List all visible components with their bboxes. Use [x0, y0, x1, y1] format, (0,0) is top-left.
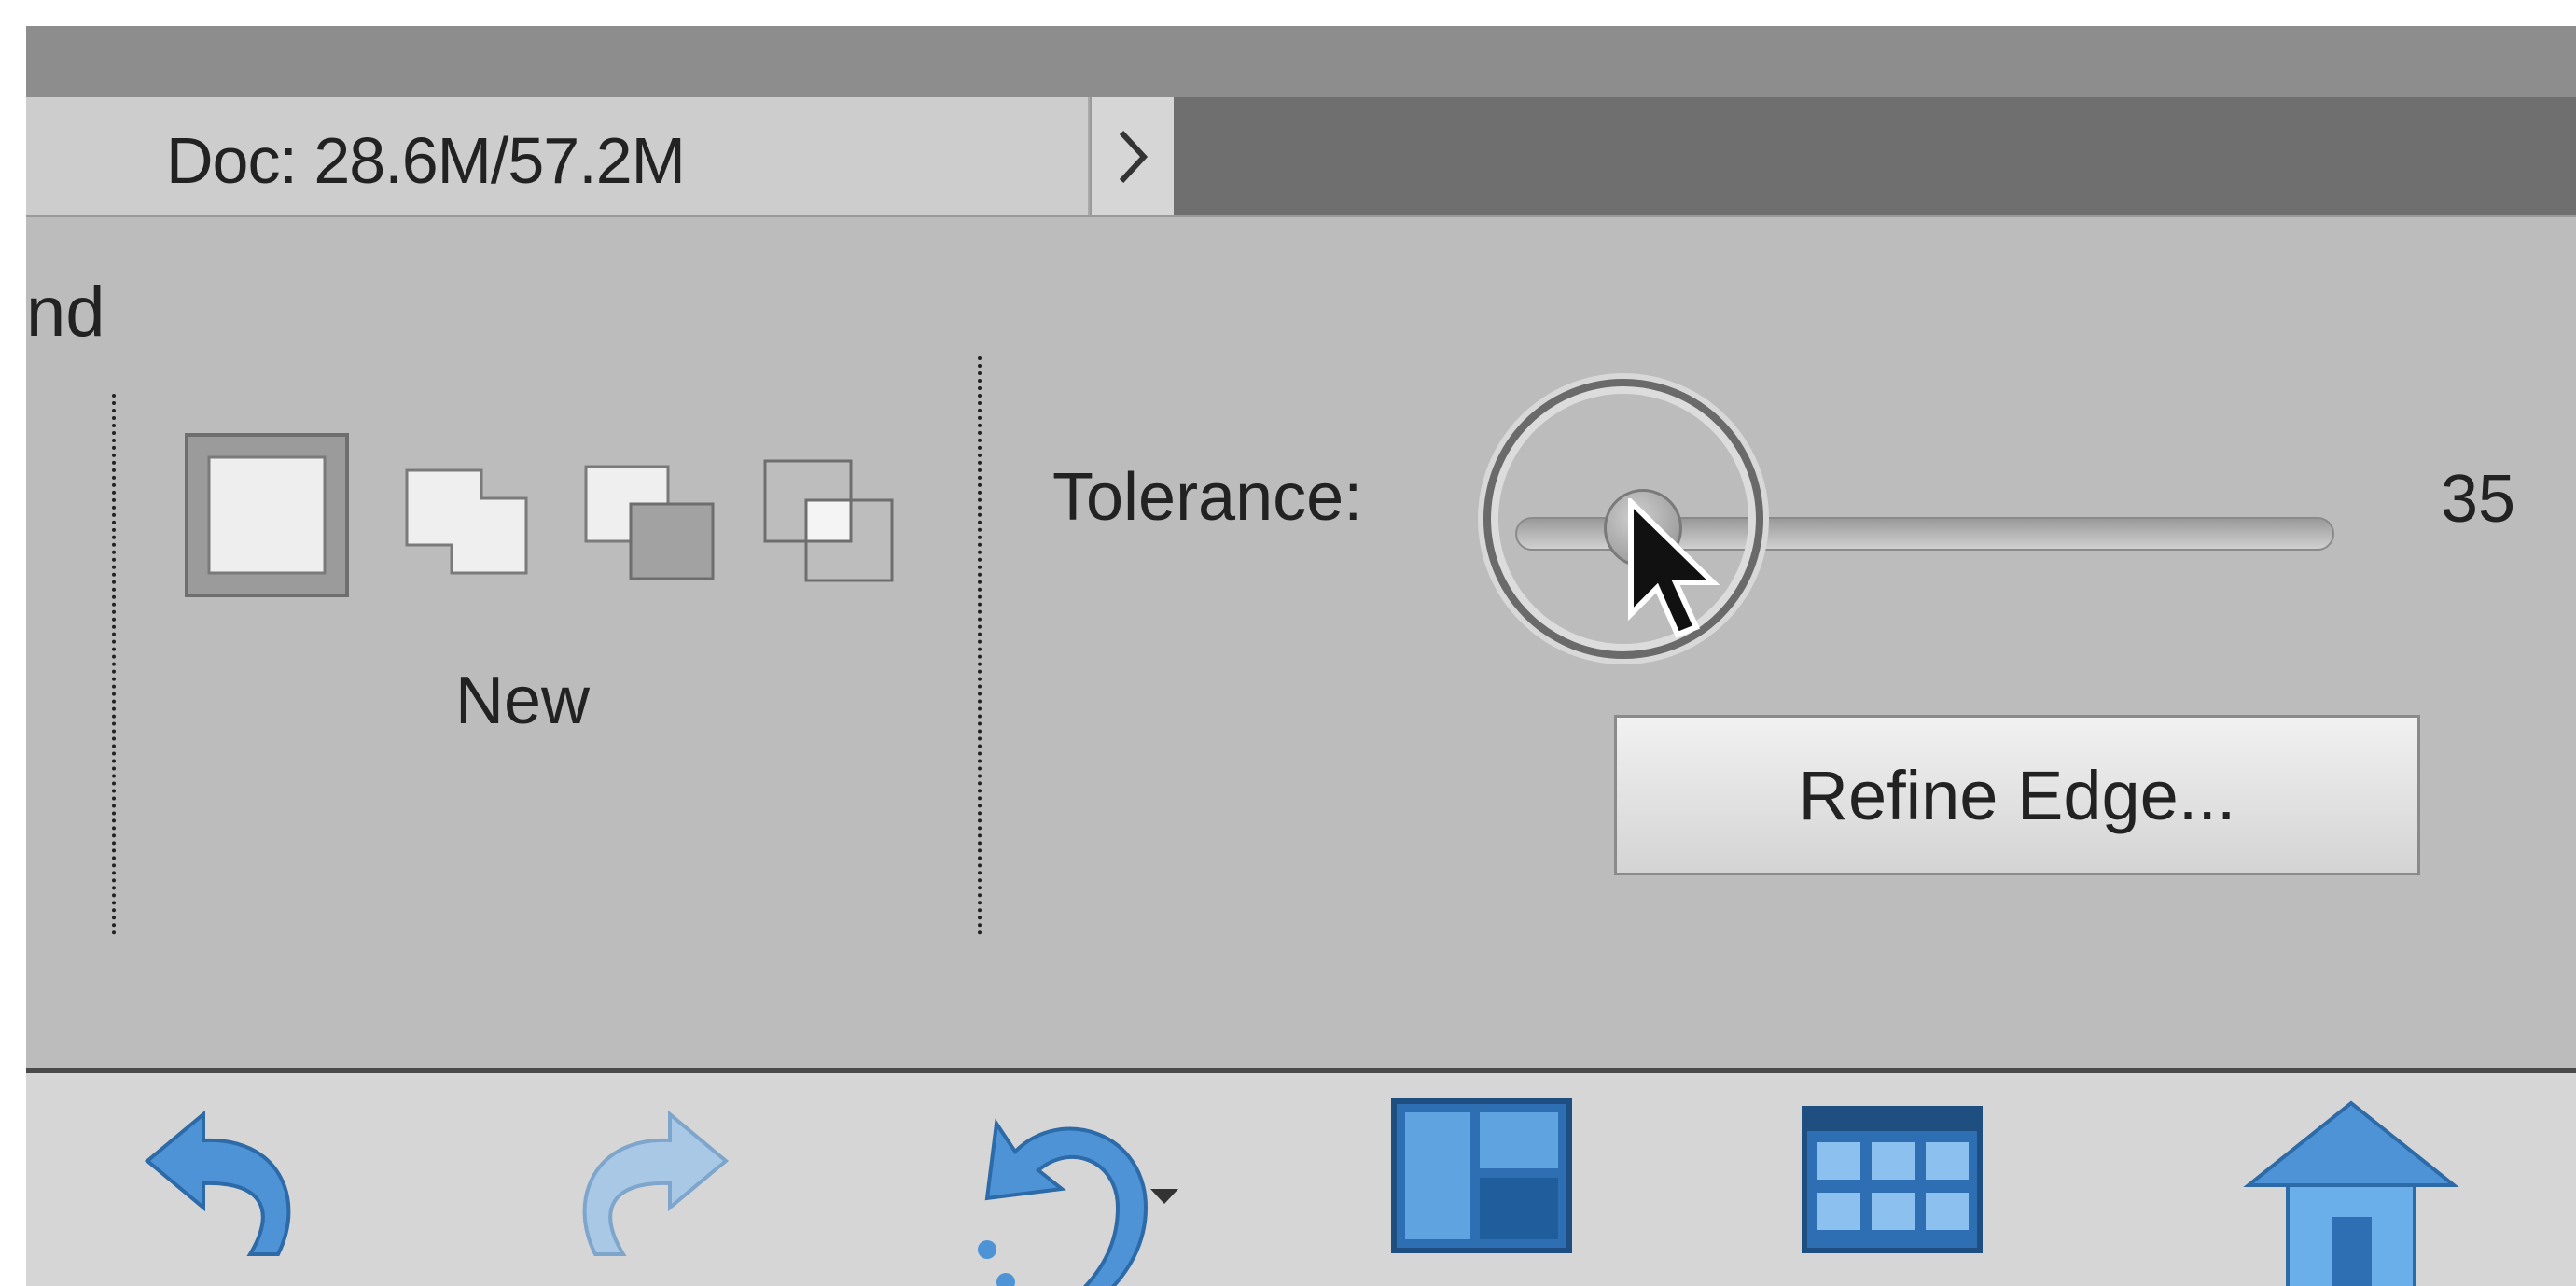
tool-options-bar: nd New Tolerance: 35 Refine Edge...	[26, 217, 2576, 1056]
chevron-right-icon	[1119, 130, 1149, 184]
redo-icon[interactable]	[549, 1096, 754, 1286]
document-info[interactable]: Doc: 28.6M/57.2M	[26, 97, 1090, 217]
status-bar: Doc: 28.6M/57.2M	[26, 97, 2576, 217]
new-selection-button[interactable]	[185, 433, 349, 597]
separator	[978, 356, 982, 935]
add-to-selection-button[interactable]	[388, 433, 552, 597]
organizer-icon[interactable]	[1799, 1096, 1985, 1282]
truncated-label: nd	[26, 273, 105, 352]
tolerance-label: Tolerance:	[1052, 460, 1363, 535]
intersect-selection-button[interactable]	[746, 433, 911, 597]
intersect-selection-icon	[763, 459, 894, 582]
editor-window: Doc: 28.6M/57.2M nd New Tolerance: 35 Re…	[26, 26, 2576, 1286]
taskbar	[26, 1073, 2576, 1286]
add-selection-icon	[405, 468, 528, 575]
mouse-pointer-icon	[1628, 498, 1720, 638]
tolerance-value: 35	[2441, 462, 2516, 537]
undo-icon[interactable]	[119, 1096, 325, 1286]
layout-icon[interactable]	[1388, 1096, 1575, 1282]
rotate-icon[interactable]	[959, 1096, 1183, 1286]
separator	[112, 394, 116, 935]
doc-size-text: Doc: 28.6M/57.2M	[166, 124, 686, 197]
selection-mode-label: New	[455, 664, 591, 738]
refine-edge-button[interactable]: Refine Edge...	[1614, 715, 2420, 875]
subtract-selection-icon	[584, 465, 715, 580]
home-icon[interactable]	[2239, 1096, 2463, 1286]
status-menu-button[interactable]	[1090, 97, 1174, 217]
subtract-selection-button[interactable]	[567, 433, 731, 597]
new-selection-icon	[185, 433, 349, 597]
window-titlebar	[26, 26, 2576, 97]
